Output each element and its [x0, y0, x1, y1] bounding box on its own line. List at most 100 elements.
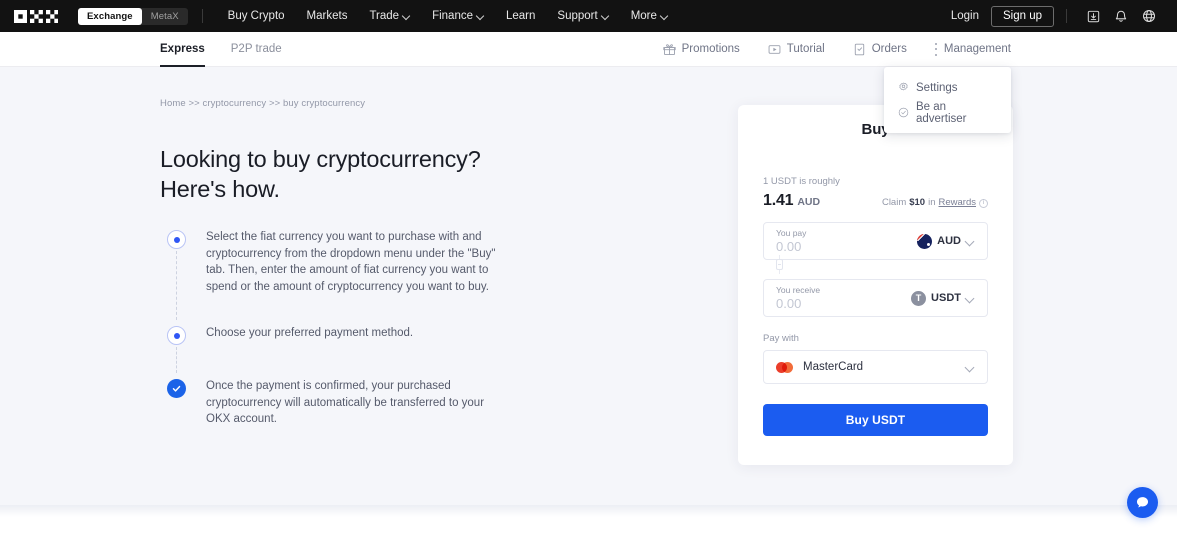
how-it-works-steps: Select the fiat currency you want to pur…: [160, 222, 520, 433]
signup-button[interactable]: Sign up: [990, 5, 1054, 27]
buy-panel: Buy 1 USDT is roughly 1.41 AUD Claim $10…: [738, 105, 1013, 465]
rate-currency: AUD: [797, 196, 821, 208]
check-circle-icon: [898, 107, 909, 118]
you-receive-field[interactable]: You receive 0.00 T USDT: [763, 279, 988, 317]
dropdown-item-label: Be an advertiser: [916, 100, 967, 125]
step-text: Select the fiat currency you want to pur…: [206, 231, 496, 293]
buy-usdt-button[interactable]: Buy USDT: [763, 404, 988, 436]
tab-express[interactable]: Express: [160, 32, 205, 67]
subnav-item-label: Management: [943, 43, 1011, 55]
subnav-actions: Promotions Tutorial Orders Management: [635, 42, 1177, 56]
you-pay-input[interactable]: 0.00: [776, 239, 806, 254]
subnav-item-label: Tutorial: [786, 43, 825, 55]
segment-exchange[interactable]: Exchange: [78, 7, 142, 25]
chevron-down-icon: [966, 237, 975, 246]
you-receive-input[interactable]: 0.00: [776, 296, 820, 311]
secondary-navigation-bar: Express P2P trade Promotions Tutorial Or…: [0, 32, 1177, 67]
subnav-item-label: Promotions: [681, 43, 740, 55]
chat-support-button[interactable]: [1127, 487, 1158, 518]
product-switcher[interactable]: Exchange MetaX: [78, 7, 188, 25]
nav-link-markets[interactable]: Markets: [296, 0, 359, 32]
nav-link-trade[interactable]: Trade: [358, 0, 421, 32]
chevron-down-icon: [403, 12, 410, 19]
step-gutter: [160, 371, 206, 433]
nav-link-label: Trade: [369, 10, 400, 22]
subnav-item-promotions[interactable]: Promotions: [662, 43, 740, 56]
claim-prefix: Claim: [881, 197, 907, 208]
login-button[interactable]: Login: [941, 10, 989, 22]
usdt-icon: T: [911, 290, 927, 306]
page-title-line-1: Looking to buy cryptocurrency?: [160, 146, 481, 172]
subnav-item-management[interactable]: Management: [935, 42, 1011, 56]
step-item: Select the fiat currency you want to pur…: [160, 222, 520, 320]
step-connector-line: [176, 347, 177, 373]
subnav-item-orders[interactable]: Orders: [853, 43, 907, 56]
okx-logo[interactable]: [14, 9, 58, 23]
nav-link-learn[interactable]: Learn: [495, 0, 546, 32]
nav-link-support[interactable]: Support: [546, 0, 619, 32]
you-receive-currency-selector[interactable]: T USDT: [911, 290, 975, 306]
nav-link-label: Support: [557, 10, 598, 22]
download-icon[interactable]: [1079, 0, 1107, 32]
nav-link-buy-crypto[interactable]: Buy Crypto: [217, 0, 296, 32]
mastercard-icon: [776, 361, 793, 373]
nav-link-label: Markets: [306, 10, 348, 22]
chevron-down-icon: [477, 12, 484, 19]
payment-method-name: MasterCard: [803, 361, 864, 373]
rewards-claim[interactable]: Claim $10 in Rewards i: [882, 197, 988, 208]
gear-icon: [898, 82, 909, 93]
top-navigation-bar: Exchange MetaX Buy Crypto Markets Trade …: [0, 0, 1177, 32]
play-icon: [768, 43, 781, 56]
step-connector-line: [176, 251, 177, 320]
rewards-link[interactable]: Rewards: [939, 197, 977, 208]
express-p2p-tabs: Express P2P trade: [160, 32, 308, 67]
step-text: Choose your preferred payment method.: [206, 327, 414, 339]
step-dot-icon: [167, 230, 186, 249]
you-pay-currency-selector[interactable]: AUD: [917, 233, 975, 249]
info-icon[interactable]: i: [979, 199, 988, 208]
step-item: Choose your preferred payment method.: [160, 318, 520, 373]
amount-fields: You pay 0.00 AUD You receive 0.00 T USDT: [738, 210, 1013, 317]
dropdown-item-be-an-advertiser[interactable]: Be an advertiser: [884, 100, 1011, 125]
globe-icon[interactable]: [1135, 0, 1163, 32]
chevron-down-icon: [966, 294, 975, 303]
claim-amount: $10: [909, 197, 926, 208]
page-bottom-edge: [0, 505, 1177, 534]
rate-row: 1.41 AUD Claim $10 in Rewards i: [763, 192, 988, 210]
fields-spacer: [763, 260, 988, 279]
tab-p2p-trade[interactable]: P2P trade: [231, 32, 282, 67]
step-gutter: [160, 318, 206, 373]
kebab-icon: [935, 42, 938, 56]
payment-method-select[interactable]: MasterCard: [763, 350, 988, 384]
step-check-circle-icon: [167, 379, 186, 398]
breadcrumb: Home >> cryptocurrency >> buy cryptocurr…: [160, 98, 366, 109]
claim-middle: in: [928, 197, 936, 208]
bell-icon[interactable]: [1107, 0, 1135, 32]
nav-divider: [201, 9, 203, 23]
nav-divider: [1066, 9, 1067, 23]
subnav-item-label: Orders: [871, 43, 907, 55]
you-receive-labels: You receive 0.00: [776, 285, 820, 311]
nav-link-label: Buy Crypto: [227, 10, 285, 22]
swap-currencies-button[interactable]: [775, 255, 784, 274]
chevron-down-icon: [661, 12, 668, 19]
nav-link-label: Learn: [506, 10, 536, 22]
you-receive-currency-code: USDT: [931, 292, 961, 304]
dropdown-item-label: Settings: [916, 81, 958, 94]
nav-link-finance[interactable]: Finance: [421, 0, 495, 32]
step-gutter: [160, 222, 206, 320]
payment-method-section: Pay with MasterCard: [738, 317, 1013, 384]
segment-metax[interactable]: MetaX: [142, 8, 188, 25]
subnav-item-tutorial[interactable]: Tutorial: [768, 43, 825, 56]
swap-icon: [776, 259, 783, 270]
rate-value: 1.41: [763, 192, 794, 209]
nav-link-more[interactable]: More: [620, 0, 679, 32]
you-pay-labels: You pay 0.00: [776, 228, 806, 254]
rate-caption: 1 USDT is roughly: [763, 176, 840, 187]
dropdown-item-settings[interactable]: Settings: [884, 75, 1011, 100]
nav-right-group: Login Sign up: [941, 0, 1177, 32]
you-pay-field[interactable]: You pay 0.00 AUD: [763, 222, 988, 260]
chat-bubble-icon: [1136, 497, 1149, 508]
page-title: Looking to buy cryptocurrency? Here's ho…: [160, 144, 640, 204]
nav-link-label: Finance: [432, 10, 473, 22]
